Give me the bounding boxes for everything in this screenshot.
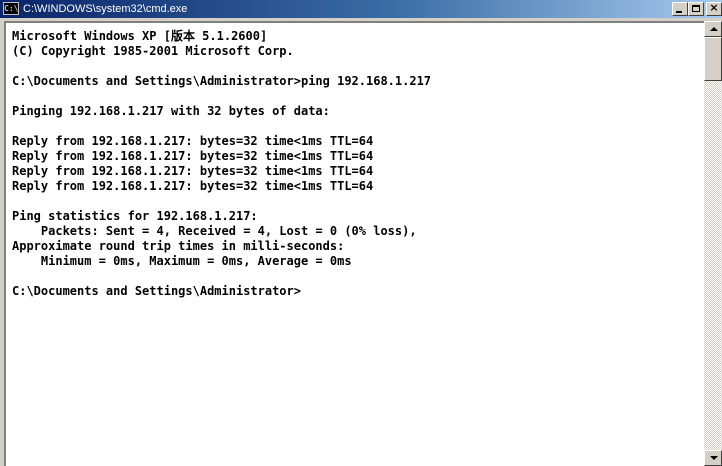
arrow-up-icon: [710, 27, 718, 31]
minimize-icon: [676, 11, 682, 13]
console-line: Reply from 192.168.1.217: bytes=32 time<…: [12, 179, 374, 193]
window-title: C:\WINDOWS\system32\cmd.exe: [23, 3, 188, 15]
console-line: Approximate round trip times in milli-se…: [12, 239, 345, 253]
window-controls: ×: [672, 2, 722, 16]
console-line: Reply from 192.168.1.217: bytes=32 time<…: [12, 149, 374, 163]
title-bar[interactable]: C:\ C:\WINDOWS\system32\cmd.exe ×: [0, 0, 722, 18]
scroll-down-button[interactable]: [704, 450, 722, 466]
cmd-window: C:\ C:\WINDOWS\system32\cmd.exe × Micros…: [0, 0, 722, 466]
console-line: Pinging 192.168.1.217 with 32 bytes of d…: [12, 104, 330, 118]
console-line: Microsoft Windows XP [版本 5.1.2600]: [12, 29, 268, 43]
maximize-button[interactable]: [688, 2, 704, 16]
console-line: C:\Documents and Settings\Administrator>…: [12, 74, 432, 88]
vertical-scrollbar[interactable]: [704, 21, 722, 466]
console-line: Ping statistics for 192.168.1.217:: [12, 209, 258, 223]
scroll-up-button[interactable]: [704, 21, 722, 37]
console-line: Packets: Sent = 4, Received = 4, Lost = …: [12, 224, 417, 238]
command-prompt[interactable]: C:\Documents and Settings\Administrator>: [12, 284, 301, 299]
arrow-down-icon: [710, 456, 718, 460]
minimize-button[interactable]: [672, 2, 688, 16]
console-line: Reply from 192.168.1.217: bytes=32 time<…: [12, 164, 374, 178]
console-line: (C) Copyright 1985-2001 Microsoft Corp.: [12, 44, 294, 58]
console-line: Minimum = 0ms, Maximum = 0ms, Average = …: [12, 254, 352, 268]
close-icon: ×: [709, 1, 719, 14]
console-icon[interactable]: C:\: [3, 2, 19, 15]
console-output[interactable]: Microsoft Windows XP [版本 5.1.2600] (C) C…: [4, 21, 704, 466]
maximize-icon: [692, 5, 700, 12]
scroll-thumb[interactable]: [704, 37, 722, 81]
console-line: Reply from 192.168.1.217: bytes=32 time<…: [12, 134, 374, 148]
close-button[interactable]: ×: [706, 2, 722, 16]
